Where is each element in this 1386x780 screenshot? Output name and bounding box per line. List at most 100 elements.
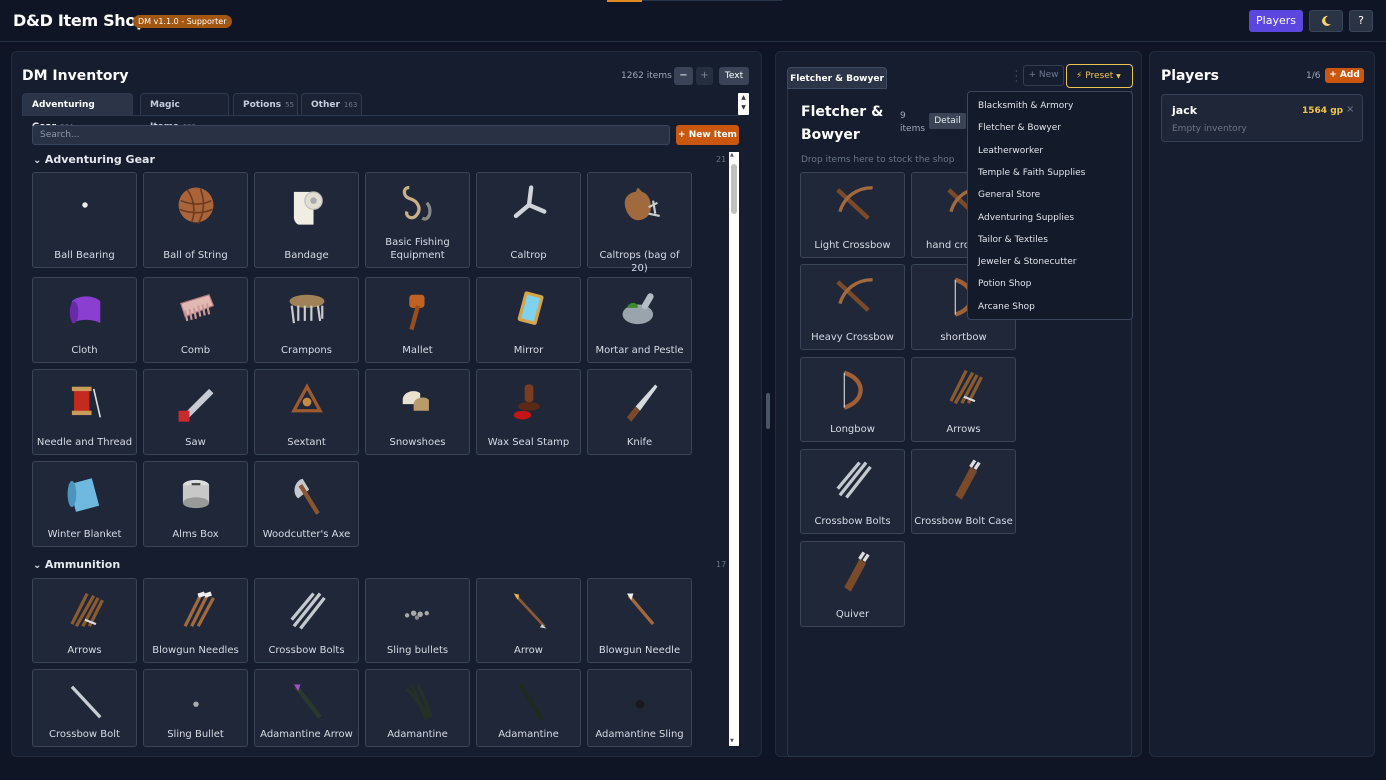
moon-icon (1322, 15, 1331, 26)
item-card-alms-box[interactable]: Alms Box (143, 461, 248, 547)
item-card-wax-seal-stamp[interactable]: Wax Seal Stamp (476, 369, 581, 455)
shop-item-crossbow-bolt-case[interactable]: Crossbow Bolt Case (911, 449, 1016, 534)
item-card-sling-bullets[interactable]: Sling bullets (365, 578, 470, 663)
scrollbar[interactable] (729, 152, 739, 746)
section-header[interactable]: ⌄ Adventuring Gear (33, 153, 155, 166)
item-card-crossbow-bolt[interactable]: Crossbow Bolt (32, 669, 137, 747)
item-card-crampons[interactable]: Crampons (254, 277, 359, 363)
tab-magic-items[interactable]: Magic Items680 (140, 93, 229, 132)
item-card-arrows[interactable]: Arrows (32, 578, 137, 663)
resize-handle[interactable] (766, 393, 770, 429)
scrollbar-thumb[interactable] (731, 164, 737, 214)
preset-option-blacksmith-armory[interactable]: Blacksmith & Armory (978, 101, 1073, 111)
item-card-woodcutter-s-axe[interactable]: Woodcutter's Axe (254, 461, 359, 547)
item-card-sextant[interactable]: Sextant (254, 369, 359, 455)
item-card-cloth[interactable]: Cloth (32, 277, 137, 363)
text-view-button[interactable]: Text (719, 67, 749, 85)
item-card-snowshoes[interactable]: Snowshoes (365, 369, 470, 455)
preset-button[interactable]: ⚡ Preset ▼ (1066, 64, 1133, 88)
tab-other[interactable]: Other 163 (301, 93, 362, 115)
tab-shop[interactable]: Fletcher & Bowyer (787, 67, 887, 89)
zoom-in-button[interactable]: + (696, 67, 713, 85)
item-label: Crossbow Bolt Case (914, 516, 1013, 527)
preset-option-jeweler-stonecutter[interactable]: Jeweler & Stonecutter (978, 257, 1077, 267)
item-card-adamantine[interactable]: Adamantine (365, 669, 470, 747)
crossbow-icon (829, 179, 877, 231)
new-shop-button[interactable]: + New (1023, 65, 1064, 86)
item-card-mallet[interactable]: Mallet (365, 277, 470, 363)
item-card-basic-fishing-equipment[interactable]: Basic Fishing Equipment (365, 172, 470, 268)
item-card-blowgun-needle[interactable]: Blowgun Needle (587, 578, 692, 663)
item-card-comb[interactable]: Comb (143, 277, 248, 363)
remove-player-button[interactable]: × (1346, 104, 1354, 115)
item-card-blowgun-needles[interactable]: Blowgun Needles (143, 578, 248, 663)
preset-option-tailor-textiles[interactable]: Tailor & Textiles (978, 235, 1048, 245)
section-count: 17 (716, 560, 727, 569)
knife-icon (616, 378, 664, 430)
preset-option-temple-faith-supplies[interactable]: Temple & Faith Supplies (978, 168, 1085, 178)
item-card-caltrops-bag-of-20[interactable]: Caltrops (bag of 20) (587, 172, 692, 274)
tab-scroll[interactable]: ▲ ▼ (738, 93, 749, 115)
count-label: items (900, 124, 926, 134)
shop-item-heavy-crossbow[interactable]: Heavy Crossbow (800, 264, 905, 350)
tab-potions[interactable]: Potions 55 (233, 93, 298, 115)
item-label: Crossbow Bolts (268, 645, 345, 656)
chevron-down-icon: ⌄ (33, 155, 45, 166)
search-input[interactable]: Search... (32, 125, 670, 145)
drag-handle-icon[interactable]: · · · (1015, 68, 1019, 86)
scroll-down-icon[interactable]: ▼ (730, 738, 734, 744)
section-header[interactable]: ⌄ Ammunition (33, 558, 120, 571)
detail-button[interactable]: Detail (929, 113, 966, 129)
sling-bullets-icon (394, 587, 442, 639)
preset-option-potion-shop[interactable]: Potion Shop (978, 279, 1031, 289)
preset-option-arcane-shop[interactable]: Arcane Shop (978, 302, 1035, 312)
new-item-button[interactable]: + New Item (676, 125, 739, 145)
shop-item-longbow[interactable]: Longbow (800, 357, 905, 442)
cloth-icon (61, 286, 109, 338)
item-card-ball-of-string[interactable]: Ball of String (143, 172, 248, 268)
item-card-bandage[interactable]: Bandage (254, 172, 359, 268)
item-label: Blowgun Needles (152, 645, 239, 656)
comb-icon (172, 286, 220, 338)
item-card-adamantine[interactable]: Adamantine (476, 669, 581, 747)
theme-toggle-button[interactable] (1309, 10, 1343, 32)
preset-option-general-store[interactable]: General Store (978, 190, 1040, 200)
players-button[interactable]: Players (1249, 10, 1303, 32)
item-label: Adamantine Sling (595, 729, 684, 740)
item-label: Woodcutter's Axe (262, 529, 351, 540)
tab-adventuring-gear[interactable]: Adventuring Gear364 (22, 93, 133, 132)
help-button[interactable]: ? (1349, 10, 1373, 32)
shop-item-light-crossbow[interactable]: Light Crossbow (800, 172, 905, 258)
item-label: Comb (180, 345, 211, 356)
item-card-caltrop[interactable]: Caltrop (476, 172, 581, 268)
item-label: Ball of String (163, 250, 228, 261)
shop-item-quiver[interactable]: Quiver (800, 541, 905, 627)
preset-option-fletcher-bowyer[interactable]: Fletcher & Bowyer (978, 123, 1061, 133)
item-card-knife[interactable]: Knife (587, 369, 692, 455)
item-card-ball-bearing[interactable]: Ball Bearing (32, 172, 137, 268)
item-card-mortar-and-pestle[interactable]: Mortar and Pestle (587, 277, 692, 363)
player-card[interactable]: jack 1564 gp × Empty inventory (1161, 94, 1363, 142)
preset-option-adventuring-supplies[interactable]: Adventuring Supplies (978, 213, 1074, 223)
shop-item-arrows[interactable]: Arrows (911, 357, 1016, 442)
item-card-mirror[interactable]: Mirror (476, 277, 581, 363)
item-card-adamantine-arrow[interactable]: Adamantine Arrow (254, 669, 359, 747)
scroll-up-icon[interactable]: ▲ (730, 152, 734, 158)
sextant-icon (283, 378, 331, 430)
zoom-out-button[interactable]: − (674, 67, 693, 85)
player-inventory-status: Empty inventory (1172, 124, 1247, 134)
item-card-arrow[interactable]: Arrow (476, 578, 581, 663)
shop-item-crossbow-bolts[interactable]: Crossbow Bolts (800, 449, 905, 534)
mirror-icon (505, 286, 553, 338)
preset-option-leatherworker[interactable]: Leatherworker (978, 146, 1043, 156)
item-card-winter-blanket[interactable]: Winter Blanket (32, 461, 137, 547)
wax-seal-icon (505, 378, 553, 430)
item-card-adamantine-sling[interactable]: Adamantine Sling (587, 669, 692, 747)
item-card-needle-and-thread[interactable]: Needle and Thread (32, 369, 137, 455)
item-card-saw[interactable]: Saw (143, 369, 248, 455)
version-badge: DM v1.1.0 - Supporter (133, 15, 232, 28)
mallet-icon (394, 286, 442, 338)
item-card-crossbow-bolts[interactable]: Crossbow Bolts (254, 578, 359, 663)
add-player-button[interactable]: + Add (1325, 68, 1364, 83)
item-card-sling-bullet[interactable]: Sling Bullet (143, 669, 248, 747)
